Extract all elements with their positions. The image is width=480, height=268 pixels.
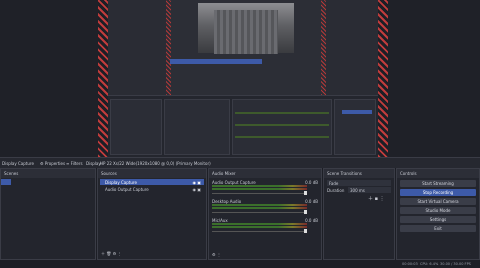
source-name: Display Capture xyxy=(2,161,34,166)
volume-slider-handle[interactable] xyxy=(304,229,307,233)
stop-recording-button[interactable]: Stop Recording xyxy=(400,189,476,196)
volume-meter xyxy=(212,226,307,228)
canvas-border-hatch-left xyxy=(98,0,108,157)
duration-label: Duration xyxy=(327,188,345,193)
source-item[interactable]: Display Capture ◉ ▣ xyxy=(100,179,204,185)
nested-selection xyxy=(170,59,262,64)
display-select[interactable]: HP 22 Xs/22 Wide(1920x1080 @ 0,0) (Prima… xyxy=(100,161,211,166)
status-bar: 00:00:03 CPU: 6.4% 30.00 / 30.00 FPS xyxy=(0,260,480,268)
nested-preview xyxy=(166,0,326,95)
sources-dock: Sources Display Capture ◉ ▣ Audio Output… xyxy=(97,168,207,260)
settings-button[interactable]: Settings xyxy=(400,216,476,223)
mixer-channel-db: 0.0 dB xyxy=(305,218,318,223)
nested-hatch-left xyxy=(166,0,171,95)
sources-title: Sources xyxy=(98,169,206,178)
nested-hatch-right xyxy=(321,0,326,95)
eye-icon[interactable]: ◉ ▣ xyxy=(192,187,201,192)
nested-meter xyxy=(235,124,329,126)
volume-meter xyxy=(212,207,307,209)
start-virtual-camera-button[interactable]: Start Virtual Camera xyxy=(400,198,476,205)
volume-slider-handle[interactable] xyxy=(304,191,307,195)
nested-active-button xyxy=(342,110,372,114)
source-item[interactable]: Audio Output Capture ◉ ▣ xyxy=(100,186,204,192)
captured-display-image xyxy=(108,0,378,157)
nested-meter xyxy=(235,136,329,138)
volume-meter xyxy=(212,223,307,225)
program-canvas[interactable] xyxy=(98,0,388,157)
rec-time: 00:00:03 xyxy=(402,262,418,266)
volume-meter xyxy=(212,185,307,187)
scenes-title: Scenes xyxy=(1,169,95,178)
volume-meter xyxy=(212,188,307,190)
volume-slider-handle[interactable] xyxy=(304,210,307,214)
volume-slider[interactable] xyxy=(212,193,307,194)
volume-slider[interactable] xyxy=(212,231,307,232)
mixer-title: Audio Mixer xyxy=(209,169,321,178)
nested-mixer xyxy=(232,99,332,155)
audio-mixer-dock: Audio Mixer Audio Output Capture 0.0 dB … xyxy=(208,168,322,260)
transition-select[interactable]: Fade xyxy=(327,180,391,186)
controls-title: Controls xyxy=(397,169,479,178)
nested-image-detail xyxy=(214,10,278,54)
sources-footer-buttons[interactable]: ＋ 🗑 ⚙ ⋮ xyxy=(101,251,121,257)
volume-meter xyxy=(212,204,307,206)
transitions-title: Scene Transitions xyxy=(324,169,394,178)
cpu-usage: CPU: 6.4% xyxy=(420,262,439,266)
mixer-channel-db: 0.0 dB xyxy=(305,199,318,204)
mixer-footer-buttons[interactable]: ⚙ ⋮ xyxy=(212,252,221,257)
nested-sources xyxy=(164,99,230,155)
scene-transitions-dock: Scene Transitions Fade Duration 300 ms ＋… xyxy=(323,168,395,260)
mixer-channel-db: 0.0 dB xyxy=(305,180,318,185)
scene-item-selected[interactable] xyxy=(1,179,11,185)
controls-dock: Controls Start Streaming Stop Recording … xyxy=(396,168,480,260)
start-streaming-button[interactable]: Start Streaming xyxy=(400,180,476,187)
duration-input[interactable]: 300 ms xyxy=(348,187,391,193)
context-toolbar: Display Capture ⚙ Properties ≡ Filters D… xyxy=(0,157,480,168)
nested-docks xyxy=(108,95,378,157)
exit-button[interactable]: Exit xyxy=(400,225,476,232)
filters-button[interactable]: ≡ Filters xyxy=(66,161,83,166)
fps-readout: 30.00 / 30.00 FPS xyxy=(440,262,471,266)
nested-scenes xyxy=(110,99,162,155)
transition-buttons[interactable]: ＋ ▪ ⋮ xyxy=(368,195,385,202)
scenes-dock: Scenes xyxy=(0,168,96,260)
preview-area[interactable] xyxy=(0,0,480,157)
eye-icon[interactable]: ◉ ▣ xyxy=(192,180,201,185)
nested-meter xyxy=(235,112,329,114)
volume-slider[interactable] xyxy=(212,212,307,213)
studio-mode-button[interactable]: Studio Mode xyxy=(400,207,476,214)
canvas-border-hatch-right xyxy=(378,0,388,157)
properties-button[interactable]: ⚙ Properties xyxy=(40,161,65,166)
nested-controls xyxy=(334,99,376,155)
